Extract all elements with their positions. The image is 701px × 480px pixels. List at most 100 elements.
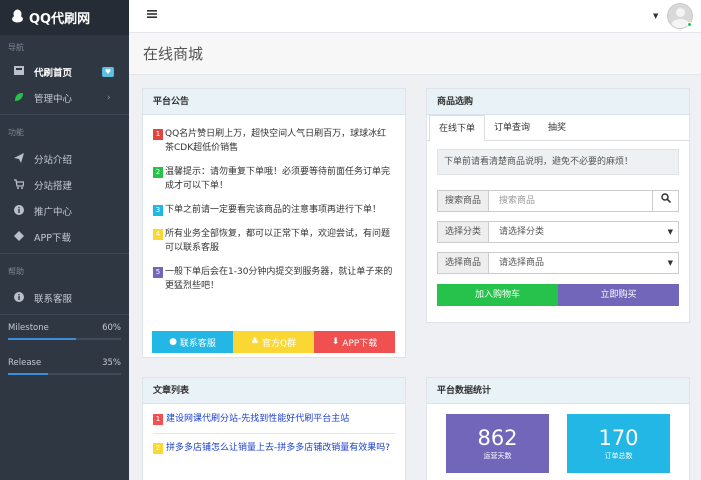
stat-label: 运营天数: [483, 452, 512, 460]
divider: [153, 433, 395, 434]
divider: [0, 314, 129, 315]
page-header: 在线商城: [129, 33, 701, 75]
progress-value: 60%: [102, 323, 121, 333]
sidebar-item-admin[interactable]: 管理中心 ›: [0, 85, 129, 111]
sidebar-item-label: 推广中心: [34, 207, 73, 218]
app-download-button[interactable]: ⬇ APP下载: [314, 331, 395, 353]
progress-value: 35%: [102, 358, 121, 368]
notice-item: 3 下单之前请一定要看完该商品的注意事项再进行下单！: [153, 203, 395, 217]
notice-item: 5 一般下单后会在1-30分钟内提交到服务器，就让单子来的更猛烈些吧！: [153, 265, 395, 293]
product-value: 请选择商品: [499, 258, 545, 268]
buy-now-button[interactable]: 立即购买: [558, 284, 679, 306]
penguin-logo-icon: [11, 9, 24, 27]
notice-text: 一般下单后会在1-30分钟内提交到服务器，就让单子来的更猛烈些吧！: [165, 267, 393, 291]
sidebar-item-promo[interactable]: 推广中心: [0, 198, 129, 224]
tab-lottery[interactable]: 抽奖: [539, 115, 575, 140]
category-value: 请选择分类: [499, 227, 545, 237]
sidebar-item-service[interactable]: 联系客服: [0, 285, 129, 311]
download-icon: ⬇: [331, 337, 340, 347]
button-label: 官方Q群: [261, 338, 297, 349]
article-list: 1 建设网课代刷分站-先找到性能好代刷平台主站 2 拼多多店铺怎么让销量上去-拼多多…: [143, 404, 405, 455]
category-select[interactable]: 请选择分类 ▼: [489, 222, 678, 242]
tab-query[interactable]: 订单查询: [485, 115, 539, 140]
send-icon: [13, 152, 25, 166]
product-select[interactable]: 请选择商品 ▼: [489, 253, 678, 273]
group-icon: ♣: [250, 337, 259, 347]
menu-toggle-icon[interactable]: [147, 10, 157, 21]
home-icon: [13, 66, 25, 78]
add-to-cart-button[interactable]: 加入购物车: [437, 284, 558, 306]
article-num: 2: [153, 443, 163, 454]
search-group: 搜索商品 搜索商品: [437, 190, 679, 212]
stat-label: 订单总数: [604, 452, 633, 460]
official-group-button[interactable]: ♣ 官方Q群: [233, 331, 314, 353]
sidebar-item-label: 代刷首页: [34, 68, 73, 79]
sidebar-item-label: 管理中心: [34, 94, 73, 105]
progress-label: Milestone: [8, 323, 49, 333]
notice-num: 1: [153, 129, 163, 140]
sidebar-item-home[interactable]: 代刷首页 ♥: [0, 59, 129, 85]
shop-tabs: 在线下单 订单查询 抽奖: [427, 115, 689, 142]
stats-title: 平台数据统计: [427, 378, 689, 404]
heart-badge: ♥: [102, 67, 114, 77]
divider: [0, 114, 129, 115]
category-label: 选择分类: [438, 222, 489, 242]
help-section-header: 帮助: [8, 267, 24, 276]
progress-release: Release 35%: [0, 356, 129, 375]
notice-text: 所有业务全部恢复，都可以正常下单，欢迎尝试，有问题可以联系客服: [165, 229, 391, 253]
sidebar-item-intro[interactable]: 分站介绍: [0, 146, 129, 172]
sidebar-item-label: 联系客服: [34, 294, 73, 305]
contact-service-button[interactable]: ● 联系客服: [152, 331, 233, 353]
tab-order[interactable]: 在线下单: [429, 115, 486, 142]
online-status-dot: [687, 22, 692, 27]
article-link[interactable]: 2 拼多多店铺怎么让销量上去-拼多多店铺改销量有效果吗?: [153, 441, 395, 455]
article-panel: 文章列表 1 建设网课代刷分站-先找到性能好代刷平台主站 2 拼多多店铺怎么让销量上…: [142, 377, 406, 480]
sidebar: QQ代刷网 导航 代刷首页 ♥ 管理中心 › 功能 分站介绍 分站搭建 推广中心…: [0, 0, 129, 480]
caret-down-icon[interactable]: ▼: [653, 12, 658, 20]
brand[interactable]: QQ代刷网: [0, 0, 129, 35]
progress-milestone: Milestone 60%: [0, 321, 129, 340]
search-label: 搜索商品: [438, 191, 489, 211]
search-input[interactable]: 搜索商品: [489, 191, 652, 211]
button-label: 联系客服: [179, 338, 216, 349]
sidebar-item-app[interactable]: APP下载: [0, 224, 129, 250]
article-text: 建设网课代刷分站-先找到性能好代刷平台主站: [166, 414, 350, 424]
func-section-header: 功能: [8, 128, 24, 137]
notice-num: 2: [153, 167, 163, 178]
shop-panel: 商品选购 在线下单 订单查询 抽奖 下单前请看清楚商品说明，避免不必要的麻烦！ …: [426, 88, 690, 323]
order-tip: 下单前请看清楚商品说明，避免不必要的麻烦！: [437, 149, 679, 175]
product-label: 选择商品: [438, 253, 489, 273]
stats-panel: 平台数据统计 862 运营天数 170 订单总数: [426, 377, 690, 480]
search-icon[interactable]: [652, 191, 678, 211]
shop-title: 商品选购: [427, 89, 689, 115]
brand-name: QQ代刷网: [29, 12, 91, 27]
article-link[interactable]: 1 建设网课代刷分站-先找到性能好代刷平台主站: [153, 412, 395, 426]
notice-item: 1 QQ名片赞日刷上万，超快空间人气日刷百万，球球冰红茶CDK超低价销售: [153, 127, 395, 155]
cart-icon: [13, 178, 25, 192]
notice-item: 4 所有业务全部恢复，都可以正常下单，欢迎尝试，有问题可以联系客服: [153, 227, 395, 255]
stat-value: 862: [477, 426, 518, 450]
article-text: 拼多多店铺怎么让销量上去-拼多多店铺改销量有效果吗?: [166, 443, 391, 453]
progress-fill: [8, 373, 48, 375]
top-bar: ▼: [129, 0, 701, 33]
sidebar-item-build[interactable]: 分站搭建: [0, 172, 129, 198]
notice-panel: 平台公告 1 QQ名片赞日刷上万，超快空间人气日刷百万，球球冰红茶CDK超低价销售…: [142, 88, 406, 358]
product-group: 选择商品 请选择商品 ▼: [437, 252, 679, 274]
progress-track: [8, 373, 121, 375]
notice-list: 1 QQ名片赞日刷上万，超快空间人气日刷百万，球球冰红茶CDK超低价销售 2 温馨提…: [143, 115, 405, 293]
divider: [0, 253, 129, 254]
info-circle-icon: [13, 291, 25, 305]
shop-buttons: 加入购物车 立即购买: [437, 284, 679, 306]
qq-icon: ●: [169, 337, 177, 347]
notice-text: QQ名片赞日刷上万，超快空间人气日刷百万，球球冰红茶CDK超低价销售: [165, 129, 387, 153]
sidebar-item-label: APP下载: [34, 233, 71, 244]
chevron-right-icon: ›: [107, 93, 111, 103]
progress-label: Release: [8, 358, 42, 368]
notice-text: 温馨提示：请勿重复下单哦！必须要等待前面任务订单完成才可以下单！: [165, 167, 391, 191]
leaf-icon: [13, 92, 25, 105]
stat-card-days: 862 运营天数: [446, 414, 549, 473]
notice-title: 平台公告: [143, 89, 405, 115]
stat-card-orders: 170 订单总数: [567, 414, 670, 473]
sidebar-item-label: 分站搭建: [34, 181, 73, 192]
notice-num: 5: [153, 267, 163, 278]
